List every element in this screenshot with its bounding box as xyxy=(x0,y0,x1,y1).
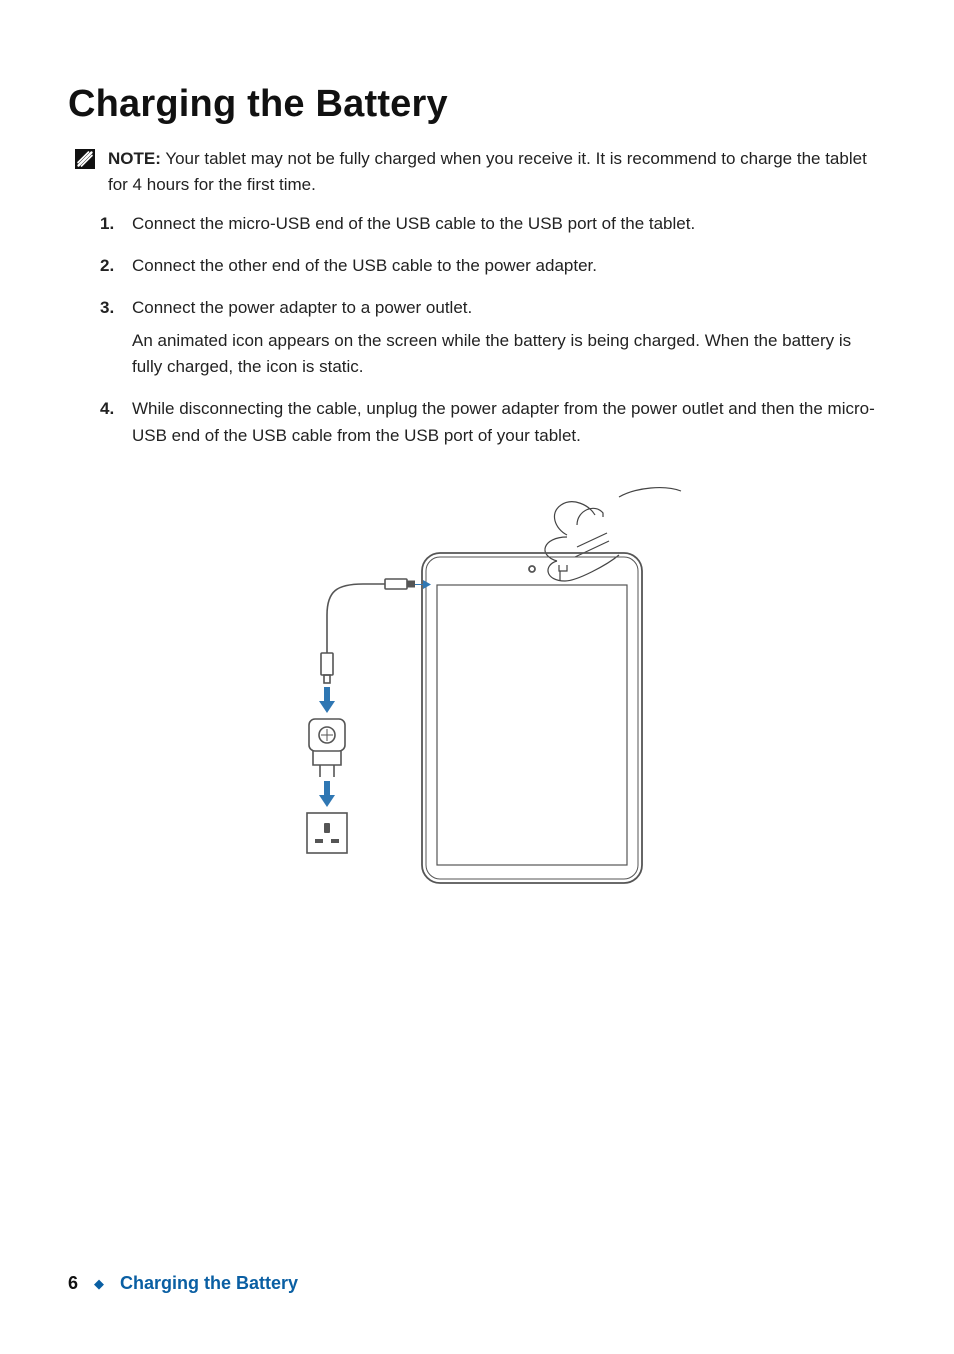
figure-charging-diagram xyxy=(68,465,886,905)
note-text: Your tablet may not be fully charged whe… xyxy=(108,149,867,194)
step-text: Connect the micro-USB end of the USB cab… xyxy=(132,214,695,233)
step-subtext: An animated icon appears on the screen w… xyxy=(132,328,886,381)
step-item: While disconnecting the cable, unplug th… xyxy=(128,396,886,449)
steps-list: Connect the micro-USB end of the USB cab… xyxy=(68,211,886,449)
note-pencil-icon xyxy=(74,148,96,178)
step-item: Connect the power adapter to a power out… xyxy=(128,295,886,380)
page-footer: 6 ◆ Charging the Battery xyxy=(68,1270,298,1298)
note-block: NOTE: Your tablet may not be fully charg… xyxy=(74,146,886,199)
note-label: NOTE: xyxy=(108,149,161,168)
step-text: Connect the power adapter to a power out… xyxy=(132,298,472,317)
footer-section-name: Charging the Battery xyxy=(120,1270,298,1298)
page-heading: Charging the Battery xyxy=(68,75,886,134)
step-item: Connect the other end of the USB cable t… xyxy=(128,253,886,279)
diamond-icon: ◆ xyxy=(94,1274,104,1294)
step-text: While disconnecting the cable, unplug th… xyxy=(132,399,875,444)
page-number: 6 xyxy=(68,1270,78,1298)
step-text: Connect the other end of the USB cable t… xyxy=(132,256,597,275)
step-item: Connect the micro-USB end of the USB cab… xyxy=(128,211,886,237)
